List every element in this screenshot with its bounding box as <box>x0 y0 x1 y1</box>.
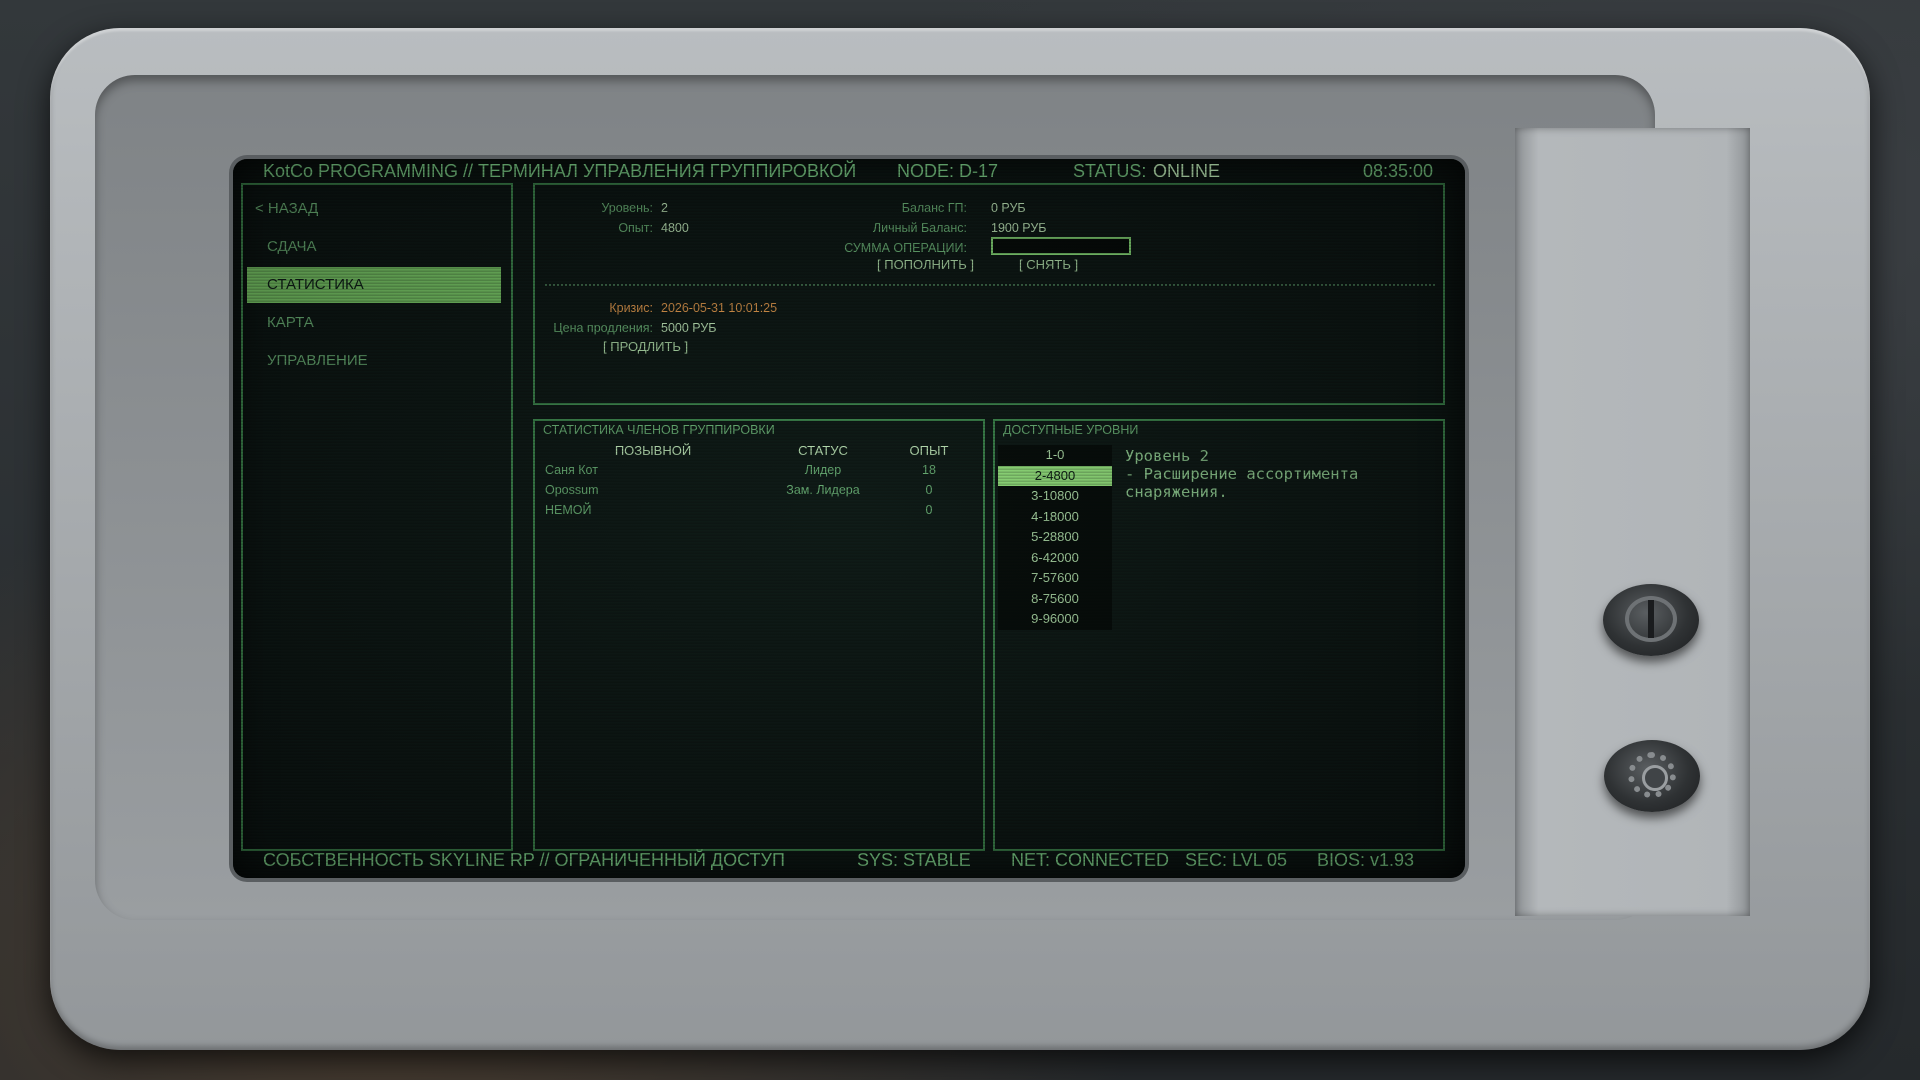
list-item[interactable]: 3-10800 <box>998 486 1112 507</box>
exp-value: 4800 <box>661 221 689 235</box>
list-item[interactable]: 5-28800 <box>998 527 1112 548</box>
members-title: СТАТИСТИКА ЧЛЕНОВ ГРУППИРОВКИ <box>543 423 775 437</box>
level-detail-line: - Расширение ассортимента <box>1125 465 1359 483</box>
nav-item-upravlenie[interactable]: УПРАВЛЕНИЕ <box>247 343 501 379</box>
status-value: ONLINE <box>1153 161 1221 181</box>
personal-balance-value: 1900 РУБ <box>991 221 1047 235</box>
amount-input[interactable] <box>991 237 1131 255</box>
member-exp: 18 <box>922 463 936 477</box>
clock: 08:35:00 <box>1363 161 1434 181</box>
list-item[interactable]: 6-42000 <box>998 548 1112 569</box>
list-item[interactable]: 1-0 <box>998 445 1112 466</box>
level-value: 2 <box>661 201 668 215</box>
bios-version: BIOS: v1.93 <box>1317 850 1415 870</box>
level-detail: Уровень 2 - Расширение ассортимента снар… <box>1125 447 1358 501</box>
dial-hub-icon <box>1642 765 1668 791</box>
level-detail-title: Уровень 2 <box>1125 447 1209 465</box>
nav-item-karta[interactable]: КАРТА <box>247 305 501 341</box>
nav-item-sdacha[interactable]: СДАЧА <box>247 229 501 265</box>
level-detail-line: снаряжения. <box>1125 483 1228 501</box>
amount-label: СУММА ОПЕРАЦИИ: <box>844 241 967 255</box>
personal-balance-label: Личный Баланс: <box>872 221 967 235</box>
sec-status: SEC: LVL 05 <box>1185 850 1288 870</box>
list-item[interactable]: 8-75600 <box>998 589 1112 610</box>
member-exp: 0 <box>925 503 933 517</box>
levels-title: ДОСТУПНЫЕ УРОВНИ <box>1003 423 1139 437</box>
list-item[interactable]: 4-18000 <box>998 507 1112 528</box>
member-callsign: Opossum <box>545 483 599 497</box>
deposit-button[interactable]: [ ПОПОЛНИТЬ ] <box>877 257 974 272</box>
sys-status: SYS: STABLE <box>857 850 971 870</box>
withdraw-button[interactable]: [ СНЯТЬ ] <box>1019 257 1078 272</box>
col-exp: ОПЫТ <box>909 443 949 458</box>
member-status: Лидер <box>804 463 842 477</box>
balance-gp-label: Баланс ГП: <box>901 201 967 215</box>
status-label: STATUS: <box>1073 161 1147 181</box>
member-callsign: Саня Кот <box>545 463 598 477</box>
crisis-value: 2026-05-31 10:01:25 <box>661 301 778 315</box>
power-knob[interactable] <box>1603 584 1699 656</box>
member-exp: 0 <box>925 483 933 497</box>
sidebar: < НАЗАД СДАЧА СТАТИСТИКА КАРТА УПРАВЛЕНИ… <box>241 183 513 851</box>
col-status: СТАТУС <box>798 443 848 458</box>
balance-gp-value: 0 РУБ <box>991 201 1026 215</box>
exp-label: Опыт: <box>618 221 653 235</box>
list-item[interactable]: 7-57600 <box>998 568 1112 589</box>
divider <box>545 284 1435 286</box>
list-item[interactable]: 9-96000 <box>998 609 1112 630</box>
level-label: Уровень: <box>601 201 653 215</box>
node-label: NODE: D-17 <box>897 161 999 181</box>
levels-list: 1-0 2-4800 3-10800 4-18000 5-28800 6-420… <box>998 445 1112 630</box>
group-info-panel: Уровень: 2 Опыт: 4800 Баланс ГП: 0 РУБ Л… <box>533 183 1445 405</box>
terminal-title: KotCo PROGRAMMING // ТЕРМИНАЛ УПРАВЛЕНИЯ… <box>263 161 857 181</box>
dial-knob[interactable] <box>1604 740 1700 812</box>
terminal-screen: KotCo PROGRAMMING // ТЕРМИНАЛ УПРАВЛЕНИЯ… <box>233 159 1465 878</box>
net-status: NET: CONNECTED <box>1011 850 1170 870</box>
crisis-label: Кризис: <box>609 301 653 315</box>
extend-price-value: 5000 РУБ <box>661 321 717 335</box>
nav-item-statistika[interactable]: СТАТИСТИКА <box>247 267 501 303</box>
extend-button[interactable]: [ ПРОДЛИТЬ ] <box>603 339 688 354</box>
back-button[interactable]: < НАЗАД <box>247 191 501 227</box>
extend-price-label: Цена продления: <box>553 321 653 335</box>
knob-slot-icon <box>1648 600 1654 638</box>
col-callsign: ПОЗЫВНОЙ <box>614 443 692 458</box>
member-callsign: НЕМОЙ <box>545 503 592 517</box>
list-item[interactable]: 2-4800 <box>998 465 1112 486</box>
member-status: Зам. Лидера <box>786 483 860 497</box>
terminal-footer: СОБСТВЕННОСТЬ SKYLINE RP // ОГРАНИЧЕННЫЙ… <box>233 850 1465 878</box>
members-panel: СТАТИСТИКА ЧЛЕНОВ ГРУППИРОВКИ ПОЗЫВНОЙ С… <box>533 419 985 851</box>
ownership-text: СОБСТВЕННОСТЬ SKYLINE RP // ОГРАНИЧЕННЫЙ… <box>263 850 785 870</box>
